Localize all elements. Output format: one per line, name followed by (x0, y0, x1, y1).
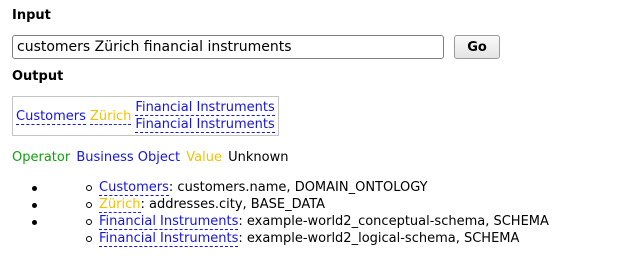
result-cell-financial-instruments: Financial Instruments Financial Instrume… (134, 99, 275, 133)
legend-value: Value (186, 150, 222, 165)
list-item-text: Zürich: addresses.city, BASE_DATA (99, 196, 325, 213)
term-link-customers[interactable]: Customers (16, 108, 86, 125)
circle-bullet-icon (86, 236, 92, 242)
circle-bullet-icon (86, 185, 92, 191)
term-link-zurich[interactable]: Zürich (89, 108, 132, 125)
legend-unknown: Unknown (228, 150, 289, 165)
result-table-row: Customers Zürich Financial Instruments F… (15, 99, 276, 133)
list-item-text: Financial Instruments: example-world2_lo… (99, 230, 519, 247)
legend-business-object: Business Object (76, 150, 181, 165)
list-item-text: Customers: customers.name, DOMAIN_ONTOLO… (99, 179, 428, 196)
result-cell-zurich: Zürich (89, 99, 133, 133)
legend: Operator Business Object Value Unknown (12, 150, 290, 165)
circle-bullet-icon (86, 202, 92, 208)
result-detail: : customers.name, DOMAIN_ONTOLOGY (168, 180, 428, 195)
bullet-icon (32, 203, 37, 208)
result-cell-customers: Customers (15, 99, 87, 133)
circle-bullet-icon (86, 219, 92, 225)
go-button[interactable]: Go (454, 35, 500, 59)
bullet-icon (32, 220, 37, 225)
result-detail: : example-world2_conceptual-schema, SCHE… (238, 214, 549, 229)
result-term-link[interactable]: Financial Instruments (99, 214, 239, 230)
result-detail: : example-world2_logical-schema, SCHEMA (238, 231, 520, 246)
result-term-link[interactable]: Customers (99, 180, 169, 196)
list-item-text: Financial Instruments: example-world2_co… (99, 213, 549, 230)
term-link-financial-instruments-1[interactable]: Financial Instruments (135, 100, 275, 116)
result-term-link[interactable]: Zürich (99, 197, 141, 213)
result-table: Customers Zürich Financial Instruments F… (12, 96, 279, 136)
query-input[interactable] (12, 35, 444, 59)
result-detail: : addresses.city, BASE_DATA (140, 197, 326, 212)
input-heading: Input (12, 8, 51, 23)
term-link-financial-instruments-2[interactable]: Financial Instruments (135, 117, 275, 133)
output-heading: Output (12, 69, 64, 84)
result-term-link[interactable]: Financial Instruments (99, 231, 239, 247)
legend-operator: Operator (12, 150, 71, 165)
bullet-icon (32, 186, 37, 191)
